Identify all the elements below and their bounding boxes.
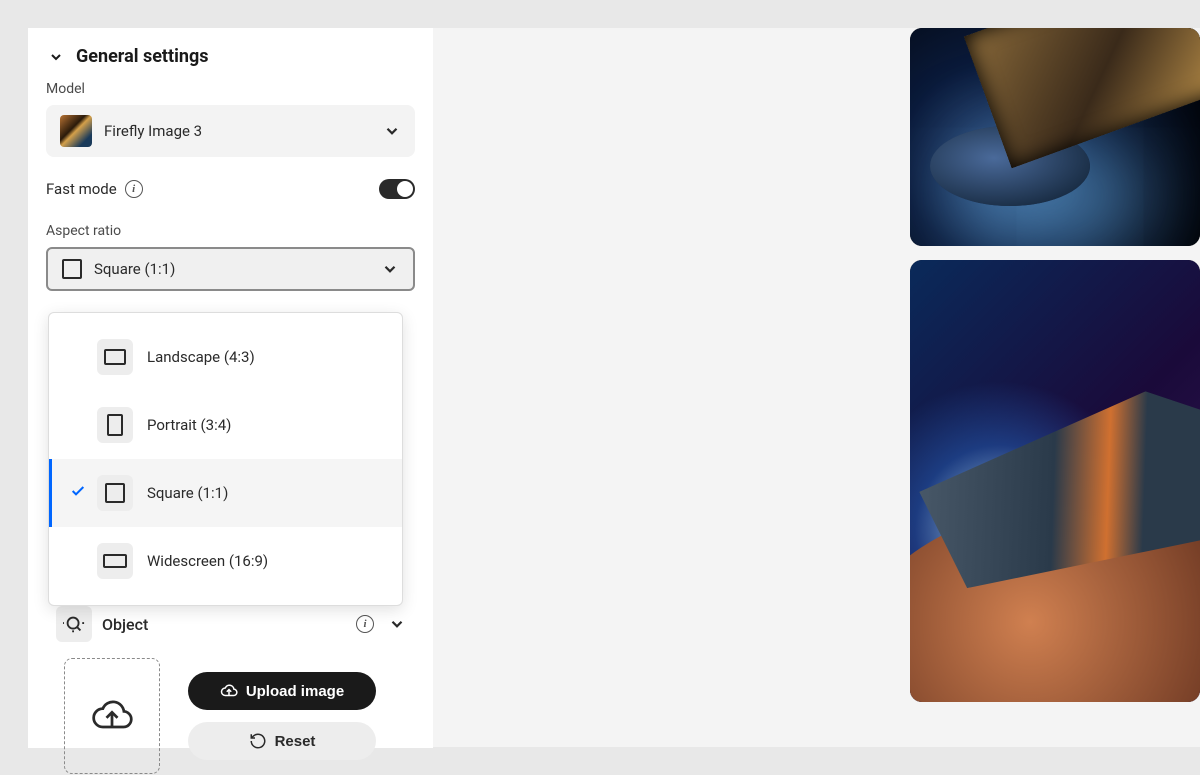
check-icon <box>70 483 86 503</box>
chevron-down-icon <box>46 47 66 67</box>
section-title: General settings <box>76 46 209 67</box>
upload-button-label: Upload image <box>246 683 344 700</box>
widescreen-icon <box>97 543 133 579</box>
settings-sidebar: General settings Model Firefly Image 3 F… <box>28 28 433 748</box>
info-icon[interactable]: i <box>125 180 143 198</box>
aspect-ratio-value: Square (1:1) <box>94 260 369 278</box>
model-label: Model <box>46 81 415 97</box>
cloud-upload-icon <box>90 694 134 738</box>
landscape-icon <box>97 339 133 375</box>
aspect-ratio-label: Aspect ratio <box>46 223 415 239</box>
chevron-down-icon <box>388 615 406 633</box>
aspect-option-label: Landscape (4:3) <box>147 348 255 366</box>
portrait-icon <box>97 407 133 443</box>
aspect-option-widescreen[interactable]: Widescreen (16:9) <box>49 527 402 595</box>
fast-mode-row: Fast mode i <box>46 179 415 199</box>
reset-button[interactable]: Reset <box>188 722 376 760</box>
chevron-down-icon <box>381 260 399 278</box>
aspect-option-square[interactable]: Square (1:1) <box>49 459 402 527</box>
model-select[interactable]: Firefly Image 3 <box>46 105 415 157</box>
image-dropzone[interactable] <box>64 658 160 774</box>
generated-image[interactable] <box>910 260 1200 702</box>
reset-icon <box>249 732 267 750</box>
upload-area: Upload image Reset <box>64 658 376 774</box>
upload-buttons: Upload image Reset <box>188 672 376 760</box>
general-settings-header[interactable]: General settings <box>46 46 415 67</box>
canvas-area <box>433 28 1200 747</box>
aspect-option-portrait[interactable]: Portrait (3:4) <box>49 391 402 459</box>
aspect-ratio-select[interactable]: Square (1:1) Landscape (4:3) Portrait (3… <box>46 247 415 291</box>
aspect-option-label: Square (1:1) <box>147 484 228 502</box>
cloud-upload-icon <box>220 682 238 700</box>
model-name: Firefly Image 3 <box>104 122 371 140</box>
aspect-ratio-dropdown: Landscape (4:3) Portrait (3:4) Square (1… <box>48 312 403 606</box>
chevron-down-icon <box>383 122 401 140</box>
model-thumbnail <box>60 115 92 147</box>
reset-button-label: Reset <box>275 733 316 750</box>
aspect-option-label: Widescreen (16:9) <box>147 552 268 570</box>
square-icon <box>97 475 133 511</box>
square-icon <box>62 259 82 279</box>
generated-image[interactable] <box>910 28 1200 246</box>
aspect-option-label: Portrait (3:4) <box>147 416 231 434</box>
upload-image-button[interactable]: Upload image <box>188 672 376 710</box>
fast-mode-toggle[interactable] <box>379 179 415 199</box>
object-label: Object <box>102 615 346 634</box>
generated-image-column <box>910 28 1200 702</box>
info-icon[interactable]: i <box>356 615 374 633</box>
object-icon <box>56 606 92 642</box>
fast-mode-label: Fast mode <box>46 180 117 198</box>
object-section-header[interactable]: Object i <box>46 600 416 648</box>
aspect-option-landscape[interactable]: Landscape (4:3) <box>49 323 402 391</box>
